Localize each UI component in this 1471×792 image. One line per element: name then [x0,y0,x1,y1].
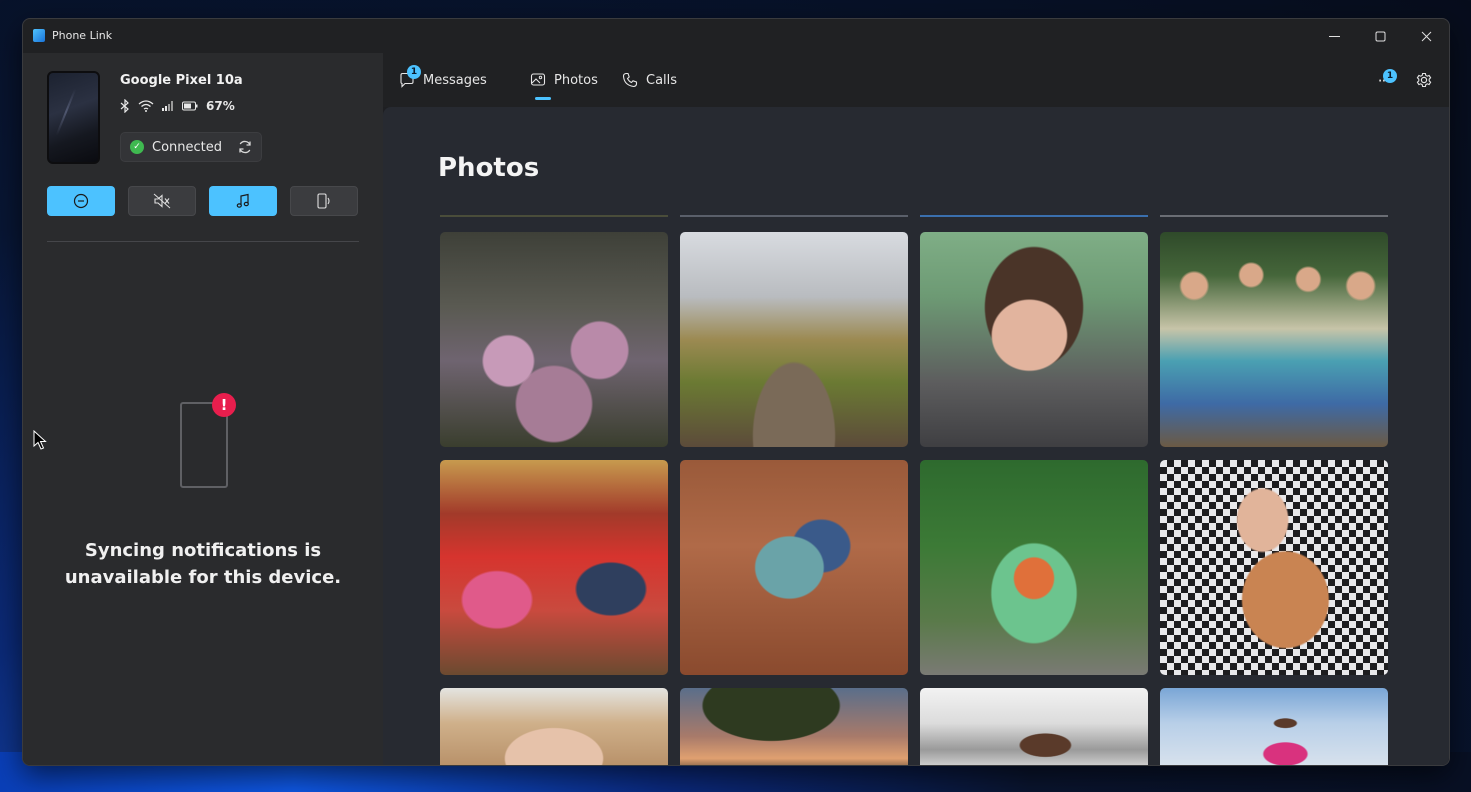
photo-tile[interactable] [440,232,668,447]
do-not-disturb-button[interactable] [47,186,115,216]
photo-tile[interactable] [1160,688,1388,765]
mute-button[interactable] [128,186,196,216]
tab-photos[interactable]: Photos [530,63,598,97]
tab-photos-label: Photos [554,72,598,88]
device-name: Google Pixel 10a [120,73,243,88]
photo-tile[interactable] [440,460,668,675]
connection-label: Connected [152,139,223,155]
photo-edge [440,215,668,217]
wifi-icon [138,100,154,112]
check-icon: ✓ [130,140,144,154]
mute-icon [153,193,171,209]
battery-icon [182,101,198,111]
media-button[interactable] [209,186,277,216]
tab-messages[interactable]: 1 Messages [399,63,487,97]
phone-image [47,71,100,164]
more-options-badge: 1 [1383,69,1397,83]
photo-tile[interactable] [1160,232,1388,447]
photo-edge [1160,215,1388,217]
photo-tile[interactable] [680,460,908,675]
photo-edge [920,215,1148,217]
photo-tile[interactable] [920,460,1148,675]
page-title: Photos [438,153,540,183]
alert-icon: ! [212,393,236,417]
title-bar[interactable]: Phone Link [23,19,1449,53]
device-sidebar: Google Pixel 10a 67% ✓ Connected ! Synci… [23,53,383,765]
selected-tab-indicator [535,97,551,100]
signal-icon [162,101,173,111]
photo-tile[interactable] [920,688,1148,765]
minimize-button[interactable] [1311,19,1357,53]
messages-badge: 1 [407,65,421,79]
phone-audio-icon [317,193,330,209]
photo-tile[interactable] [680,688,908,765]
sidebar-divider [47,241,359,242]
do-not-disturb-icon [73,193,89,209]
close-button[interactable] [1403,19,1449,53]
notifications-unavailable-message: Syncing notifications is unavailable for… [64,540,342,588]
device-status-row: 67% [120,99,235,113]
maximize-button[interactable] [1357,19,1403,53]
photo-tile[interactable] [440,688,668,765]
photo-tile[interactable] [920,232,1148,447]
main-panel: 1 Messages Photos Calls ··· 1 Photos [383,53,1449,765]
music-note-icon [236,193,249,208]
phone-link-window: Phone Link Google Pixel 10a 67% ✓ Connec… [22,18,1450,766]
photos-content-area: Photos [383,107,1449,765]
photo-tile[interactable] [1160,460,1388,675]
refresh-icon[interactable] [237,139,253,155]
window-title: Phone Link [52,29,113,42]
phone-icon [622,72,638,88]
chat-icon: 1 [399,65,421,88]
mouse-cursor-icon [33,430,47,450]
audio-output-button[interactable] [290,186,358,216]
tab-calls[interactable]: Calls [622,63,677,97]
tab-calls-label: Calls [646,72,678,88]
tab-messages-label: Messages [423,72,487,88]
phone-link-app-icon [33,29,45,42]
photo-tile[interactable] [680,232,908,447]
settings-gear-icon[interactable] [1415,71,1433,89]
photo-icon [530,73,546,86]
bluetooth-icon [120,99,129,113]
battery-percentage: 67% [206,99,235,113]
photo-edge [680,215,908,217]
nav-bar: 1 Messages Photos Calls ··· 1 [383,53,1449,107]
connection-status[interactable]: ✓ Connected [120,132,262,162]
